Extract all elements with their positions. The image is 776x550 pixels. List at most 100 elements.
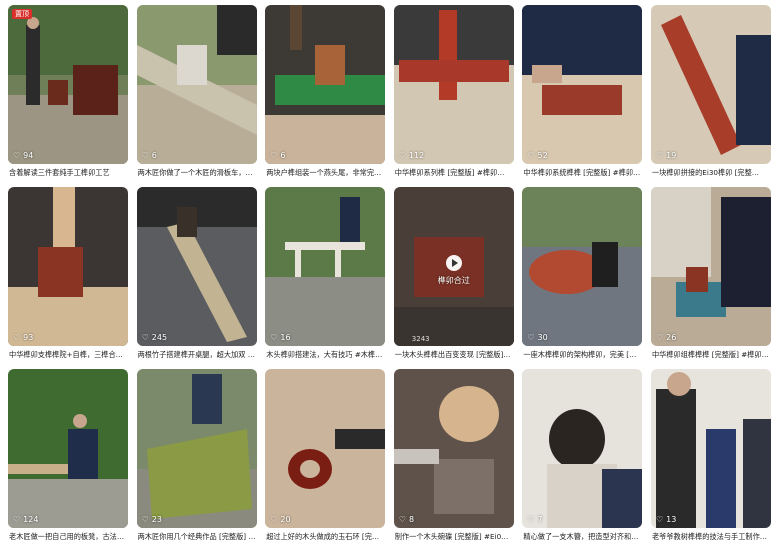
play-icon[interactable]	[445, 255, 462, 271]
like-count: ♡ 52	[527, 151, 547, 161]
video-caption[interactable]: 两木匠你做了一个木匠的滑板车，好…	[138, 168, 258, 178]
video-caption[interactable]: 中华榫卯组榫榫榫 [完整版] #榫卯结构	[652, 350, 772, 360]
like-count: ♡ 30	[527, 333, 547, 343]
video-card[interactable]: ♡ 30 一座木榫榫卯的架构榫卯，完美 [完…	[522, 187, 643, 368]
heart-icon: ♡	[270, 333, 278, 342]
video-caption[interactable]: 老木匠做一把自己用的板凳，古法榫…	[9, 532, 129, 542]
heart-icon: ♡	[13, 333, 21, 342]
thumbnail-image	[8, 369, 128, 528]
video-caption[interactable]: 中华榫卯系列榫 [完整版] #榫卯…	[395, 168, 515, 178]
heart-icon: ♡	[527, 151, 535, 160]
video-caption[interactable]: 老爷爷教树榫榫的技法与手工制作，教子们…	[652, 532, 772, 542]
video-thumbnail[interactable]: 榫卯合过 3243	[393, 187, 514, 346]
video-thumbnail[interactable]: ♡ 93	[8, 187, 128, 346]
video-overlay-label: 榫卯合过	[437, 276, 470, 285]
video-thumbnail[interactable]: ♡ 20	[265, 369, 386, 528]
video-card[interactable]: ♡ 93 中华榫卯支榫榫院+自榫，三榫合一…	[8, 187, 129, 368]
video-caption[interactable]: 精心做了一支木簪，把造型对齐和打…	[523, 532, 643, 542]
like-count: ♡ 93	[13, 333, 33, 343]
heart-icon: ♡	[270, 151, 278, 160]
video-card[interactable]: ♡ 13 老爷爷教树榫榫的技法与手工制作，教子们…	[650, 369, 772, 550]
video-thumbnail[interactable]: ♡ 112	[393, 5, 514, 164]
like-count: ♡ 26	[656, 333, 676, 343]
video-card[interactable]: ♡ 6 两木匠你做了一个木匠的滑板车，好…	[136, 5, 258, 186]
thumbnail-image	[393, 369, 514, 528]
video-caption[interactable]: 制作一个木头碗碟 [完整版] #Ei0…	[395, 532, 515, 542]
thumbnail-image	[136, 5, 257, 164]
heart-icon: ♡	[527, 515, 535, 524]
heart-icon: ♡	[141, 151, 149, 160]
video-card[interactable]: ♡ 20 超过上好的木头做成的玉石环 [完整…	[265, 369, 386, 550]
view-count: 3243	[411, 335, 430, 343]
thumbnail-image	[522, 369, 643, 528]
video-thumbnail[interactable]: ♡ 6	[136, 5, 257, 164]
video-thumbnail[interactable]: ♡ 23	[136, 369, 257, 528]
like-count: ♡ 124	[13, 515, 38, 525]
video-card[interactable]: ♡ 7 精心做了一支木簪，把造型对齐和打…	[522, 369, 643, 550]
video-thumbnail[interactable]: 置顶 ♡ 94	[8, 5, 128, 164]
heart-icon: ♡	[527, 333, 535, 342]
video-caption[interactable]: 两根竹子搭建榫开桌腿，超大加双 #…	[138, 350, 258, 360]
like-count: ♡ 6	[142, 151, 157, 161]
video-thumbnail[interactable]: ♡ 30	[522, 187, 643, 346]
video-thumbnail[interactable]: ♡ 13	[650, 369, 771, 528]
video-caption[interactable]: 木头榫卯搭建法，大有技巧 #木榫榫…	[266, 350, 386, 360]
video-thumbnail[interactable]: ♡ 6	[265, 5, 386, 164]
video-card[interactable]: ♡ 6 两块户榫组装一个燕头尾，非常完比…	[265, 5, 386, 186]
video-card[interactable]: ♡ 23 两木匠你用几个经典作品 [完整版] #…	[136, 369, 258, 550]
video-thumbnail[interactable]: ♡ 8	[393, 369, 514, 528]
video-card[interactable]: ♡ 52 中华榫卯系统榫榫 [完整版] #榫卯…	[522, 5, 643, 186]
video-card[interactable]: ♡ 124 老木匠做一把自己用的板凳，古法榫…	[8, 369, 129, 550]
video-thumbnail[interactable]: ♡ 52	[522, 5, 643, 164]
thumbnail-image	[136, 369, 257, 528]
video-thumbnail[interactable]: ♡ 245	[136, 187, 257, 346]
video-card[interactable]: ♡ 26 中华榫卯组榫榫榫 [完整版] #榫卯结构	[650, 187, 772, 368]
like-count: ♡ 19	[656, 151, 676, 161]
video-card[interactable]: ♡ 112 中华榫卯系列榫 [完整版] #榫卯…	[393, 5, 515, 186]
video-thumbnail[interactable]: ♡ 19	[650, 5, 771, 164]
like-count-value: 6	[280, 151, 286, 160]
video-card[interactable]: ♡ 19 一块榫卯拼接的Ei30榫卯 [完整…	[650, 5, 772, 186]
video-thumbnail[interactable]: ♡ 26	[650, 187, 771, 346]
video-thumbnail[interactable]: ♡ 16	[265, 187, 386, 346]
video-caption[interactable]: 超过上好的木头做成的玉石环 [完整…	[266, 532, 386, 542]
thumbnail-image	[650, 5, 771, 164]
like-count-value: 245	[151, 333, 168, 342]
like-count: ♡ 6	[270, 151, 285, 161]
video-caption[interactable]: 中华榫卯系统榫榫 [完整版] #榫卯…	[523, 168, 643, 178]
heart-icon: ♡	[655, 151, 664, 160]
video-card[interactable]: ♡ 245 两根竹子搭建榫开桌腿，超大加双 #…	[136, 187, 258, 368]
like-count-value: 93	[23, 333, 34, 342]
video-caption[interactable]: 一块榫卯拼接的Ei30榫卯 [完整…	[652, 168, 772, 178]
thumbnail-image	[8, 187, 128, 346]
video-caption[interactable]: 一座木榫榫卯的架构榫卯，完美 [完…	[523, 350, 643, 360]
pinned-badge: 置顶	[12, 9, 32, 19]
thumbnail-image	[265, 187, 386, 346]
like-count-value: 6	[151, 151, 157, 160]
video-card[interactable]: ♡ 16 木头榫卯搭建法，大有技巧 #木榫榫…	[265, 187, 386, 368]
heart-icon: ♡	[655, 515, 664, 524]
thumbnail-image	[650, 187, 771, 346]
video-card[interactable]: ♡ 8 制作一个木头碗碟 [完整版] #Ei0…	[393, 369, 515, 550]
video-caption[interactable]: 两块户榫组装一个燕头尾，非常完比…	[266, 168, 386, 178]
video-thumbnail[interactable]: ♡ 7	[522, 369, 643, 528]
like-count: ♡ 94	[13, 151, 33, 161]
like-count-value: 8	[408, 515, 415, 524]
like-count-value: 94	[23, 151, 34, 160]
thumbnail-image	[522, 5, 643, 164]
video-thumbnail[interactable]: ♡ 124	[8, 369, 128, 528]
video-card[interactable]: 榫卯合过 3243 一块木头榫榫出百变变现 [完整版]…	[393, 187, 515, 368]
video-caption[interactable]: 两木匠你用几个经典作品 [完整版] #…	[138, 532, 258, 542]
heart-icon: ♡	[270, 515, 278, 524]
thumbnail-image	[136, 187, 257, 346]
heart-icon: ♡	[13, 151, 21, 160]
video-caption[interactable]: 含着解读三件套纯手工榫卯工艺	[9, 168, 129, 178]
thumbnail-image	[8, 5, 128, 164]
like-count: ♡ 8	[399, 515, 414, 525]
video-grid: 置顶 ♡ 94 含着解读三件套纯手工榫卯工艺 ♡ 6 两木匠你做了一个木匠的滑板…	[8, 5, 772, 550]
video-card[interactable]: 置顶 ♡ 94 含着解读三件套纯手工榫卯工艺	[8, 5, 128, 186]
video-caption[interactable]: 一块木头榫榫出百变变现 [完整版]…	[395, 350, 515, 360]
like-count-value: 7	[537, 515, 543, 524]
like-count: ♡ 112	[399, 151, 424, 161]
video-caption[interactable]: 中华榫卯支榫榫院+自榫，三榫合一…	[9, 350, 129, 360]
